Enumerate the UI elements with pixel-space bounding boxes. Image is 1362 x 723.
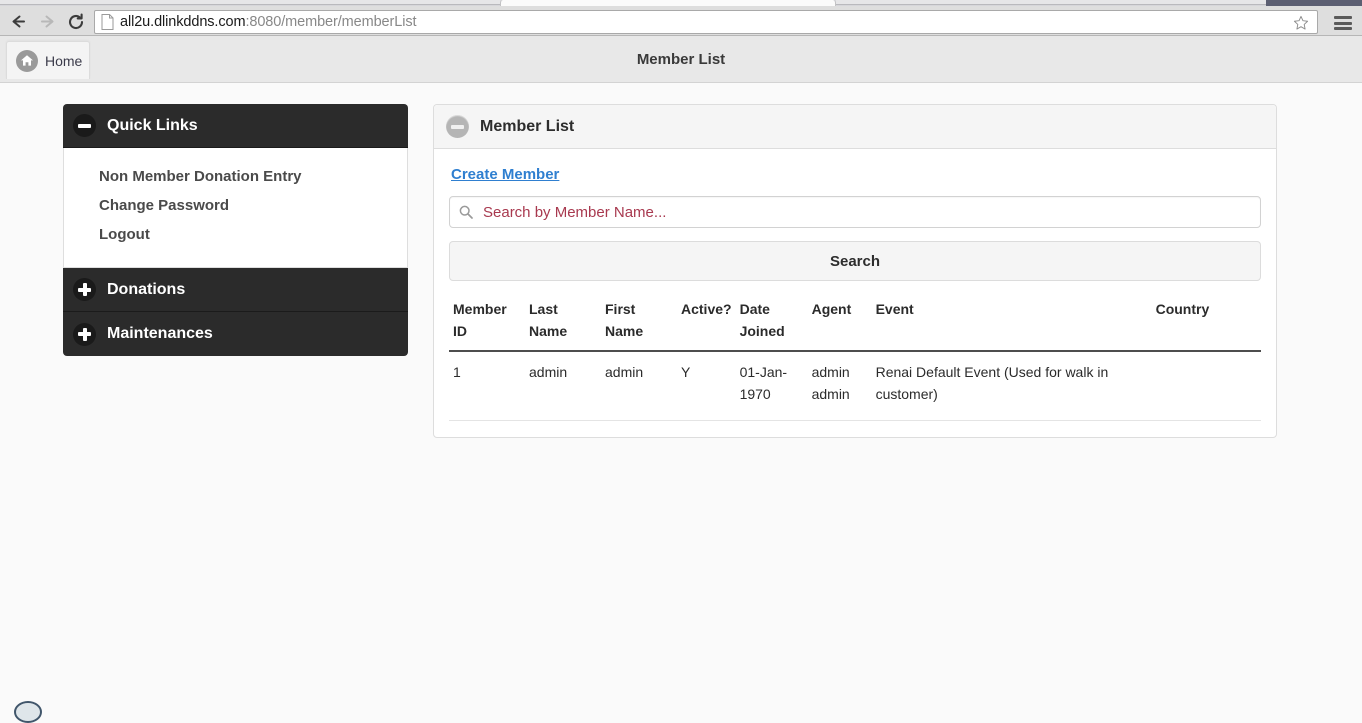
address-bar-url: all2u.dlinkddns.com:8080/member/memberLi… [120, 14, 417, 30]
column-header-last-name: Last Name [525, 291, 601, 353]
support-chat-widget[interactable] [14, 701, 42, 723]
member-list-table: Member ID Last Name First Name Active? D… [449, 291, 1261, 422]
cell-active: Y [677, 351, 736, 422]
column-header-agent: Agent [807, 291, 872, 353]
create-member-link[interactable]: Create Member [451, 166, 559, 183]
sidebar-panel-quick-links: Quick Links Non Member Donation Entry Ch… [63, 104, 408, 268]
url-path: :8080/member/memberList [245, 14, 417, 30]
member-list-panel-header[interactable]: Member List [434, 105, 1276, 149]
sidebar-header-quick-links[interactable]: Quick Links [63, 104, 408, 148]
collapse-minus-icon[interactable] [446, 115, 469, 138]
sidebar-panel-maintenances: Maintenances [63, 312, 408, 356]
cell-event: Renai Default Event (Used for walk in cu… [871, 351, 1152, 422]
sidebar-header-maintenances[interactable]: Maintenances [63, 312, 408, 356]
sidebar-link-logout[interactable]: Logout [64, 220, 407, 249]
member-list-panel: Member List Create Member Search Member … [433, 104, 1277, 439]
sidebar-header-label: Maintenances [107, 325, 213, 342]
cell-country [1151, 351, 1261, 422]
sidebar-header-label: Quick Links [107, 116, 198, 134]
sidebar-body-quick-links: Non Member Donation Entry Change Passwor… [63, 148, 408, 268]
search-field-wrapper[interactable] [449, 196, 1261, 228]
search-input[interactable] [481, 202, 1260, 222]
cell-last-name: admin [525, 351, 601, 422]
sidebar-link-change-password[interactable]: Change Password [64, 191, 407, 220]
page-content: Quick Links Non Member Donation Entry Ch… [0, 83, 1362, 723]
column-header-country: Country [1151, 291, 1261, 353]
menu-bar-3 [1334, 27, 1352, 30]
member-list-panel-title: Member List [480, 117, 575, 135]
search-button[interactable]: Search [449, 241, 1261, 281]
menu-bar-1 [1334, 16, 1352, 19]
home-tab-label: Home [45, 52, 83, 69]
hamburger-menu-icon[interactable] [1334, 16, 1352, 30]
column-header-date-joined: Date Joined [735, 291, 808, 353]
back-arrow-icon[interactable] [9, 12, 28, 31]
table-row[interactable]: 1 admin admin Y 01-Jan-1970 admin admin … [449, 351, 1261, 422]
forward-arrow-icon [38, 12, 57, 31]
cell-first-name: admin [601, 351, 677, 422]
sidebar-header-donations[interactable]: Donations [63, 268, 408, 312]
sidebar-link-non-member-donation-entry[interactable]: Non Member Donation Entry [64, 162, 407, 191]
sidebar-header-label: Donations [107, 280, 186, 298]
minus-icon[interactable] [73, 114, 96, 137]
tab-strip-left-background [0, 0, 500, 5]
page-document-icon [101, 14, 114, 30]
member-list-table-body: 1 admin admin Y 01-Jan-1970 admin admin … [449, 351, 1261, 422]
reload-icon[interactable] [66, 12, 85, 31]
member-list-table-head: Member ID Last Name First Name Active? D… [449, 291, 1261, 353]
column-header-active: Active? [677, 291, 736, 353]
browser-toolbar: all2u.dlinkddns.com:8080/member/memberLi… [0, 6, 1362, 36]
sidebar-accordion: Quick Links Non Member Donation Entry Ch… [63, 104, 408, 356]
tab-strip-right-background [836, 0, 1266, 5]
table-header-row: Member ID Last Name First Name Active? D… [449, 291, 1261, 353]
search-icon [459, 205, 473, 219]
plus-icon[interactable] [73, 278, 96, 301]
column-header-first-name: First Name [601, 291, 677, 353]
home-tab-button[interactable]: Home [6, 41, 90, 79]
column-header-member-id: Member ID [449, 291, 525, 353]
column-header-event: Event [871, 291, 1152, 353]
url-host: all2u.dlinkddns.com [120, 14, 246, 30]
browser-chrome: all2u.dlinkddns.com:8080/member/memberLi… [0, 0, 1362, 36]
app-header-bar: Member List Home [0, 36, 1362, 83]
plus-icon[interactable] [73, 322, 96, 346]
menu-bar-2 [1334, 21, 1352, 25]
member-list-panel-body: Create Member Search Member ID Last Name… [434, 149, 1276, 437]
cell-date-joined: 01-Jan-1970 [735, 351, 808, 422]
sidebar-panel-donations: Donations [63, 268, 408, 312]
home-icon [16, 49, 38, 72]
cell-agent: admin admin [807, 351, 872, 422]
address-bar[interactable]: all2u.dlinkddns.com:8080/member/memberLi… [94, 10, 1318, 34]
cell-member-id: 1 [449, 351, 525, 422]
star-icon[interactable] [1293, 15, 1309, 31]
page-title: Member List [636, 51, 726, 68]
